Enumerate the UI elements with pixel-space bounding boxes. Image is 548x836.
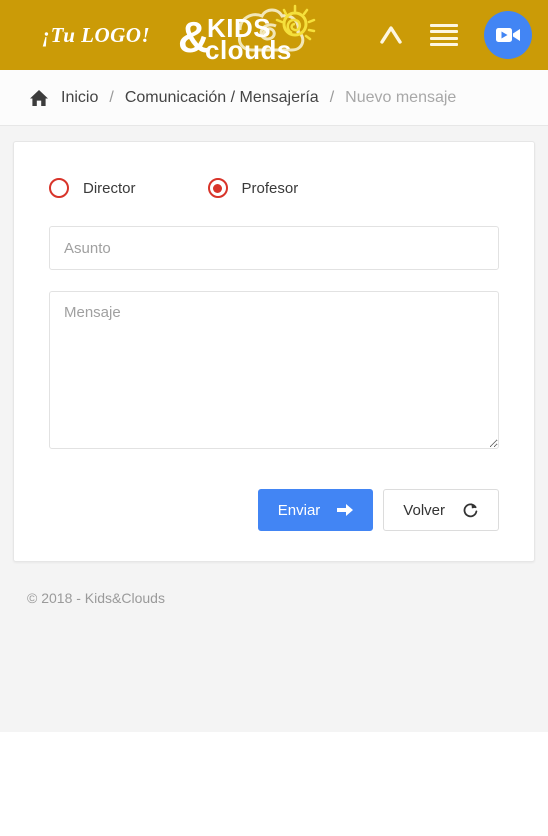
breadcrumb-separator-1: /	[109, 88, 114, 106]
chevron-up-icon	[380, 26, 402, 44]
send-button[interactable]: Enviar	[257, 489, 374, 531]
video-camera-icon	[496, 28, 520, 42]
page-body: Director Profesor Enviar Volver	[0, 126, 548, 562]
menu-button[interactable]	[430, 24, 458, 46]
radio-label-profesor: Profesor	[241, 179, 299, 197]
custom-logo-text: ¡Tu LOGO!	[42, 22, 151, 47]
header-actions	[378, 0, 532, 70]
brand-logo-icon: & KIDS clouds	[178, 4, 316, 65]
breadcrumb-item-comunicacion-mensajeria[interactable]: Comunicación / Mensajería	[125, 89, 319, 107]
chevron-up-button[interactable]	[378, 22, 404, 48]
arrow-right-icon	[337, 504, 354, 516]
breadcrumb-item-inicio[interactable]: Inicio	[61, 89, 98, 107]
radio-option-profesor[interactable]: Profesor	[207, 178, 299, 198]
recipient-type-group: Director Profesor	[49, 178, 499, 198]
refresh-rotate-icon	[463, 502, 478, 517]
radio-mark-profesor	[207, 178, 228, 198]
breadcrumb: Inicio / Comunicación / Mensajería / Nue…	[0, 70, 548, 126]
kids-and-clouds-logo[interactable]: & KIDS clouds	[178, 4, 326, 66]
hamburger-menu-icon	[430, 24, 458, 46]
new-message-card: Director Profesor Enviar Volver	[13, 141, 535, 562]
breadcrumb-separator-2: /	[329, 88, 335, 106]
video-call-button[interactable]	[484, 11, 532, 59]
radio-label-director: Director	[83, 179, 136, 197]
copyright-text: © 2018 - Kids&Clouds	[27, 590, 165, 606]
app-window: ¡Tu LOGO! & KIDS clouds Inicio / Comunic…	[0, 0, 548, 732]
home-glyph-icon	[30, 89, 48, 106]
svg-text:clouds: clouds	[205, 35, 292, 65]
home-icon[interactable]	[29, 89, 49, 107]
site-header: ¡Tu LOGO! & KIDS clouds	[0, 0, 548, 70]
back-button[interactable]: Volver	[383, 489, 499, 531]
footer: © 2018 - Kids&Clouds	[0, 562, 548, 606]
form-actions: Enviar Volver	[49, 489, 499, 531]
back-button-label: Volver	[403, 501, 445, 519]
message-textarea[interactable]	[49, 291, 499, 449]
radio-mark-director	[49, 178, 69, 198]
subject-input[interactable]	[49, 226, 499, 270]
breadcrumb-item-current: Nuevo mensaje	[345, 88, 457, 106]
radio-option-director[interactable]: Director	[49, 178, 136, 198]
send-button-label: Enviar	[277, 501, 321, 519]
